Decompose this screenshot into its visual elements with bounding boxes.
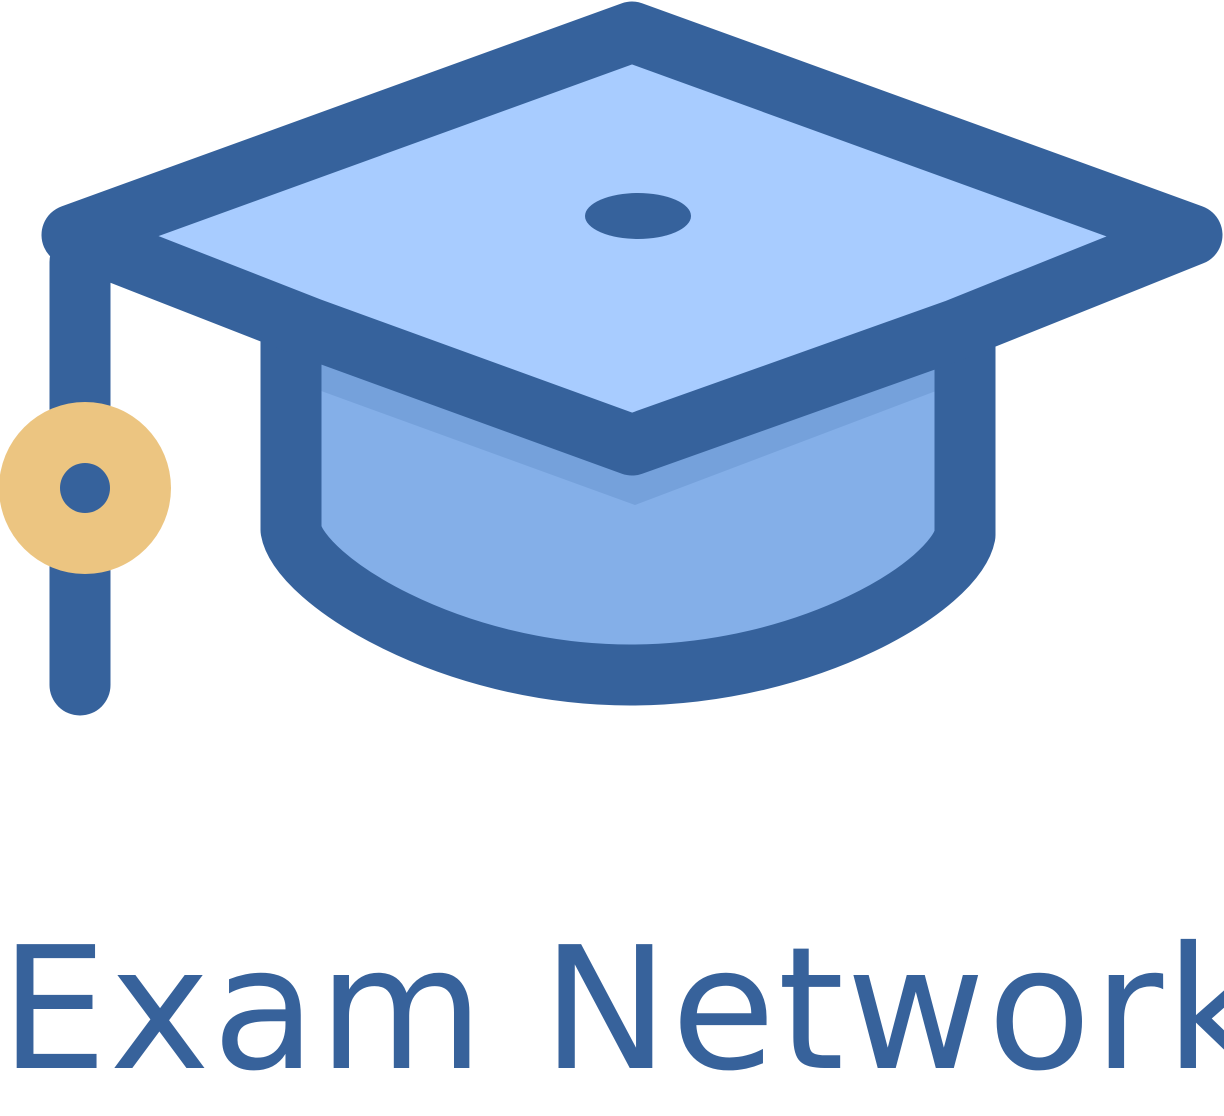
exam-network-logo: Exam Network	[0, 0, 1224, 1116]
brand-name: Exam Network	[0, 911, 1224, 1109]
cap-button	[585, 193, 691, 239]
graduation-cap-icon	[0, 1, 1223, 716]
tassel-knot-center	[60, 463, 110, 513]
